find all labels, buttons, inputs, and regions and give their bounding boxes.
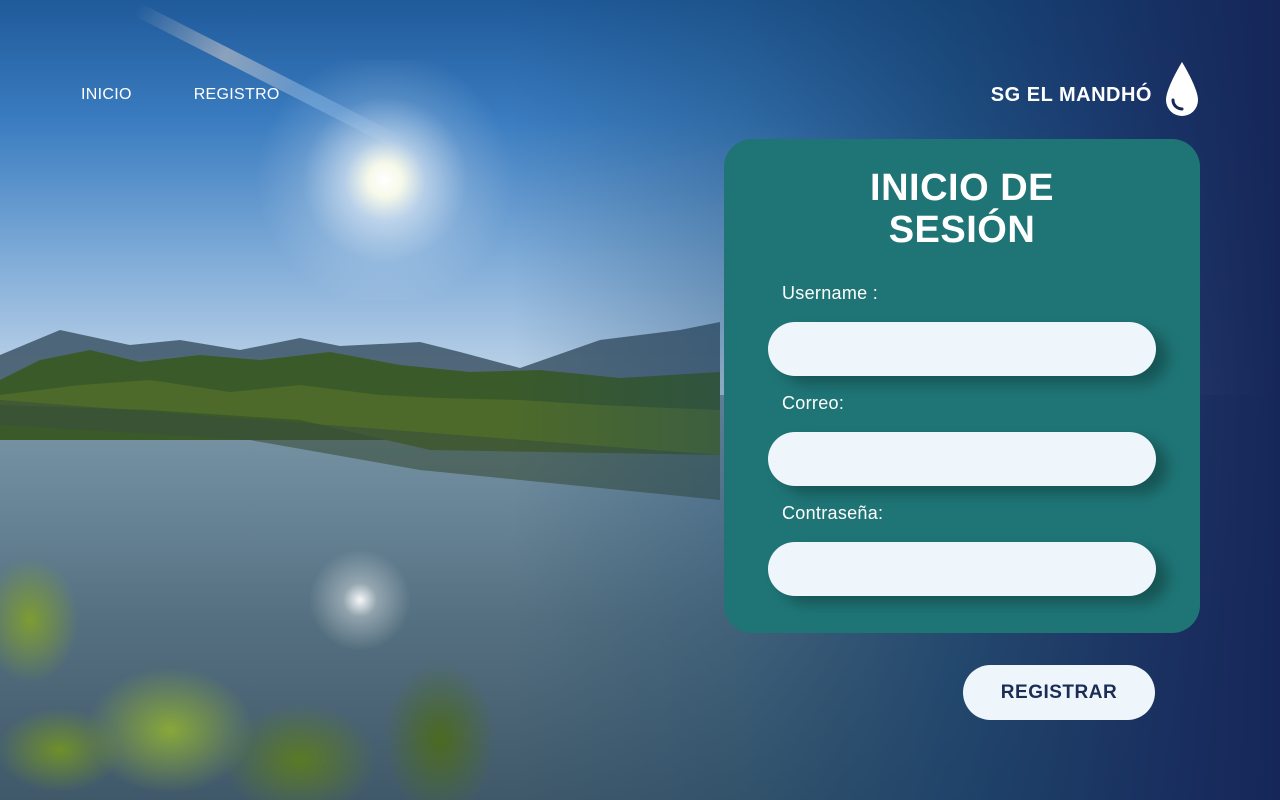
card-title-line-1: INICIO DE <box>870 167 1054 209</box>
brand-logo: SG EL MANDHÓ <box>991 60 1200 118</box>
top-nav: INICIO REGISTRO <box>81 86 280 104</box>
brand-name: SG EL MANDHÓ <box>990 83 1152 106</box>
card-title: INICIO DE SESIÓN <box>724 167 1200 251</box>
password-label: Contraseña: <box>782 503 884 523</box>
username-label: Username : <box>782 283 879 303</box>
nav-link-registro[interactable]: REGISTRO <box>194 86 280 104</box>
email-input[interactable] <box>768 432 1156 486</box>
password-input[interactable] <box>768 542 1156 596</box>
username-input[interactable] <box>768 322 1156 376</box>
email-label: Correo: <box>782 393 845 413</box>
nav-link-inicio[interactable]: INICIO <box>81 86 132 104</box>
water-drop-icon <box>1166 62 1198 116</box>
login-card: INICIO DE SESIÓN Username : Correo: Cont… <box>724 139 1200 633</box>
card-title-line-2: SESIÓN <box>888 209 1036 251</box>
register-button[interactable]: REGISTRAR <box>963 665 1155 720</box>
